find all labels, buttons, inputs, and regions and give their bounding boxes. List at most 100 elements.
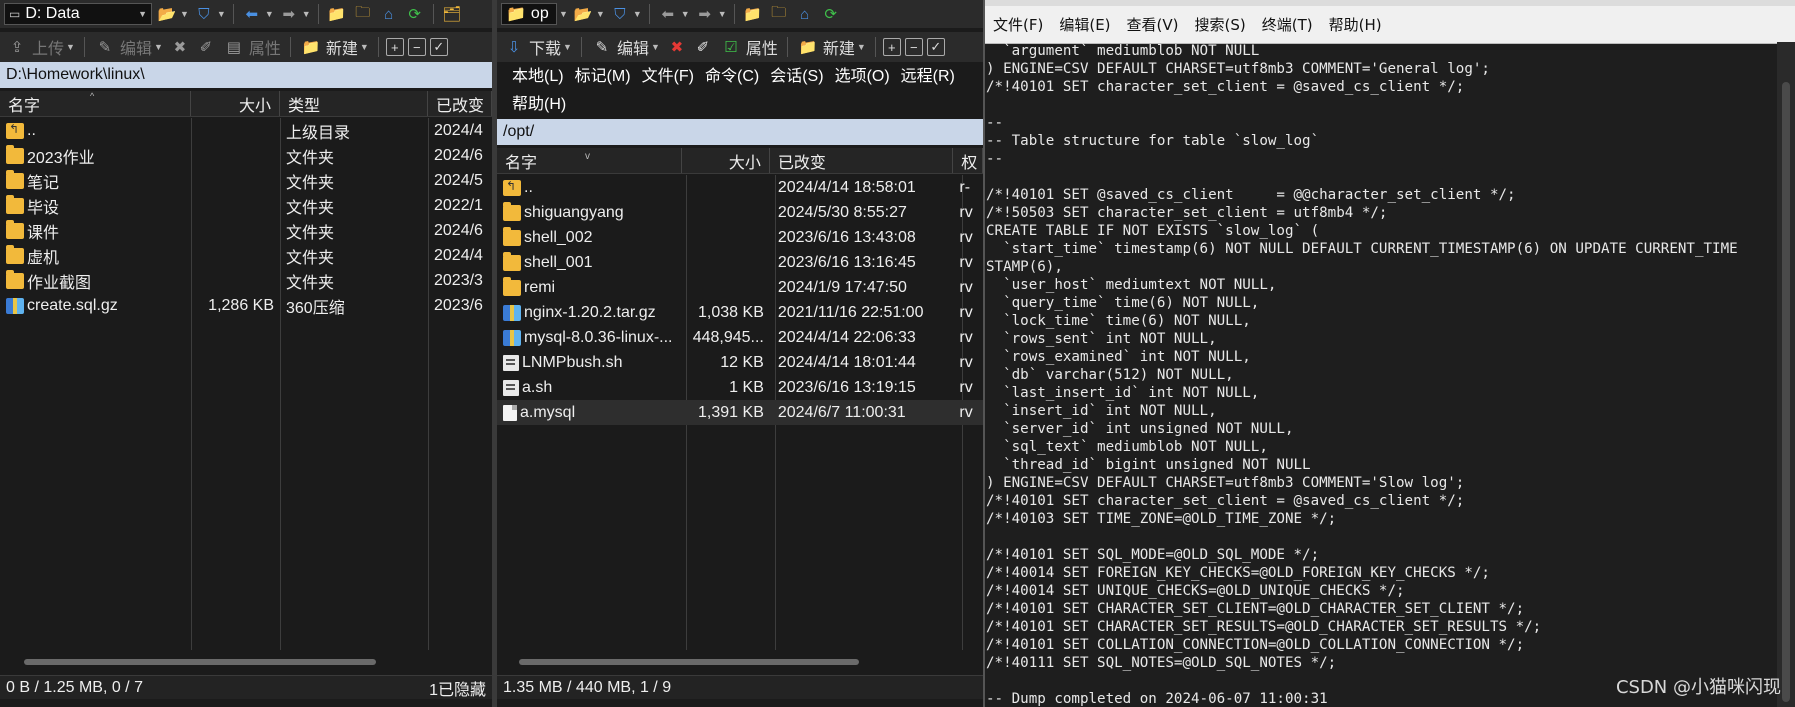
check-icon[interactable]: ✓ xyxy=(429,38,448,56)
terminal-scrollbar[interactable] xyxy=(1777,42,1795,707)
file-row[interactable]: a.sh 1 KB 2023/6/16 13:19:15 rv xyxy=(497,375,983,400)
local-drive-select[interactable]: ▭ D: Data ▼ xyxy=(4,3,152,25)
chevron-down-icon[interactable]: ▼ xyxy=(180,9,189,19)
open-folder-icon[interactable]: 📂 xyxy=(572,3,594,25)
file-row[interactable]: 课件 文件夹 2024/6 xyxy=(0,218,492,243)
local-col-modified[interactable]: 已改变 xyxy=(428,91,492,116)
file-row[interactable]: shiguangyang 2024/5/30 8:55:27 rv xyxy=(497,200,983,225)
file-row[interactable]: mysql-8.0.36-linux-... 448,945... 2024/4/1… xyxy=(497,325,983,350)
back-arrow-icon[interactable]: ⬅ xyxy=(657,3,679,25)
file-row[interactable]: shell_002 2023/6/16 13:43:08 rv xyxy=(497,225,983,250)
edit-button[interactable]: ✎ 编辑 ▼ xyxy=(589,35,662,59)
terminal-menu-item[interactable]: 搜索(S) xyxy=(1195,14,1246,35)
file-row[interactable]: shell_001 2023/6/16 13:16:45 rv xyxy=(497,250,983,275)
upload-button[interactable]: ⇪ 上传 ▼ xyxy=(4,35,77,59)
local-col-name[interactable]: 名字 ^ xyxy=(0,91,191,116)
file-row[interactable]: 笔记 文件夹 2024/5 xyxy=(0,168,492,193)
file-row[interactable]: a.mysql 1,391 KB 2024/6/7 11:00:31 rv xyxy=(497,400,983,425)
scroll-thumb[interactable] xyxy=(1782,82,1790,702)
find-files-icon[interactable]: 🗂 xyxy=(441,3,463,25)
remote-menu-item[interactable]: 选项(O) xyxy=(835,62,890,86)
edit-button[interactable]: ✎ 编辑 ▼ xyxy=(92,35,165,59)
forward-arrow-icon[interactable]: ➡ xyxy=(278,3,300,25)
doc-icon xyxy=(503,404,517,421)
collapse-icon[interactable]: − xyxy=(904,38,923,56)
chevron-down-icon[interactable]: ▼ xyxy=(718,9,727,19)
file-row[interactable]: 虚机 文件夹 2024/4 xyxy=(0,243,492,268)
scroll-thumb[interactable] xyxy=(519,659,859,665)
rename-icon[interactable]: ✐ xyxy=(692,36,714,58)
terminal-line: /*!40101 SET @saved_cs_client = @@charac… xyxy=(986,187,1516,203)
forward-arrow-icon[interactable]: ➡ xyxy=(694,3,716,25)
remote-dir-select[interactable]: 📁 op xyxy=(501,3,557,25)
terminal-output[interactable]: `argument` mediumblob NOT NULL) ENGINE=C… xyxy=(985,42,1777,707)
delete-icon[interactable]: ✖ xyxy=(169,36,191,58)
remote-menu-item[interactable]: 帮助(H) xyxy=(512,90,566,114)
terminal-menu-item[interactable]: 文件(F) xyxy=(993,14,1043,35)
remote-menu-item[interactable]: 会话(S) xyxy=(770,62,823,86)
terminal-menu-item[interactable]: 查看(V) xyxy=(1127,14,1179,35)
properties-button[interactable]: ▤ 属性 xyxy=(221,35,283,59)
chevron-down-icon[interactable]: ▼ xyxy=(596,9,605,19)
refresh-icon[interactable]: ⟳ xyxy=(820,3,842,25)
chevron-down-icon[interactable]: ▼ xyxy=(265,9,274,19)
local-col-type[interactable]: 类型 xyxy=(280,91,428,116)
file-row[interactable]: create.sql.gz 1,286 KB 360压缩 2023/6 xyxy=(0,293,492,318)
remote-menu-item[interactable]: 命令(C) xyxy=(705,62,759,86)
delete-icon[interactable]: ✖ xyxy=(666,36,688,58)
remote-menu-item[interactable]: 本地(L) xyxy=(512,62,564,86)
download-button[interactable]: ⇩ 下载 ▼ xyxy=(501,35,574,59)
chevron-down-icon[interactable]: ▼ xyxy=(681,9,690,19)
chevron-down-icon[interactable]: ▼ xyxy=(559,9,568,19)
file-row[interactable]: 毕设 文件夹 2022/1 xyxy=(0,193,492,218)
chevron-down-icon[interactable]: ▼ xyxy=(302,9,311,19)
properties-button[interactable]: ☑ 属性 xyxy=(718,35,780,59)
collapse-icon[interactable]: − xyxy=(407,38,426,56)
root-folder-icon[interactable]: 🗀 xyxy=(768,3,790,25)
remote-menu-item[interactable]: 文件(F) xyxy=(642,62,694,86)
file-row[interactable]: 2023作业 文件夹 2024/6 xyxy=(0,143,492,168)
back-arrow-icon[interactable]: ⬅ xyxy=(241,3,263,25)
file-row[interactable]: nginx-1.20.2.tar.gz 1,038 KB 2021/11/16 22… xyxy=(497,300,983,325)
scroll-thumb[interactable] xyxy=(24,659,376,665)
file-row[interactable]: .. 2024/4/14 18:58:01 r- xyxy=(497,175,983,200)
file-row[interactable]: LNMPbush.sh 12 KB 2024/4/14 18:01:44 rv xyxy=(497,350,983,375)
remote-status-bar: 1.35 MB / 440 MB, 1 / 9 xyxy=(497,675,983,699)
local-col-size[interactable]: 大小 xyxy=(191,91,280,116)
open-folder-icon[interactable]: 📂 xyxy=(156,3,178,25)
terminal-line: `user_host` mediumtext NOT NULL, xyxy=(986,277,1277,293)
new-button[interactable]: 📁 新建 ▼ xyxy=(795,35,868,59)
remote-col-size[interactable]: 大小 xyxy=(682,148,770,173)
terminal-menu-item[interactable]: 编辑(E) xyxy=(1059,14,1110,35)
remote-hscrollbar[interactable] xyxy=(501,655,979,669)
expand-icon[interactable]: + xyxy=(385,38,404,56)
new-button[interactable]: 📁 新建 ▼ xyxy=(298,35,371,59)
parent-folder-icon[interactable]: 📁 xyxy=(326,3,348,25)
terminal-menu-item[interactable]: 帮助(H) xyxy=(1329,14,1382,35)
home-icon[interactable]: ⌂ xyxy=(794,3,816,25)
remote-menu-item[interactable]: 标记(M) xyxy=(575,62,631,86)
rename-icon[interactable]: ✐ xyxy=(195,36,217,58)
toolbar-separator xyxy=(289,37,291,57)
filter-icon[interactable]: ⛉ xyxy=(609,3,631,25)
file-row[interactable]: 作业截图 文件夹 2023/3 xyxy=(0,268,492,293)
remote-col-permissions[interactable]: 权 xyxy=(953,148,983,173)
file-row[interactable]: .. 上级目录 2024/4 xyxy=(0,118,492,143)
parent-folder-icon[interactable]: 📁 xyxy=(742,3,764,25)
remote-menu-item[interactable]: 远程(R) xyxy=(901,62,955,86)
local-hscrollbar[interactable] xyxy=(4,655,488,669)
remote-col-modified[interactable]: 已改变 xyxy=(770,148,954,173)
remote-col-name[interactable]: 名字 v xyxy=(497,148,683,173)
filter-icon[interactable]: ⛉ xyxy=(193,3,215,25)
expand-icon[interactable]: + xyxy=(882,38,901,56)
file-row[interactable]: remi 2024/1/9 17:47:50 rv xyxy=(497,275,983,300)
local-path-bar[interactable]: D:\Homework\linux\ xyxy=(0,62,492,88)
check-icon[interactable]: ✓ xyxy=(926,38,945,56)
refresh-icon[interactable]: ⟳ xyxy=(404,3,426,25)
remote-path-bar[interactable]: /opt/ xyxy=(497,119,983,145)
root-folder-icon[interactable]: 🗀 xyxy=(352,3,374,25)
chevron-down-icon[interactable]: ▼ xyxy=(633,9,642,19)
chevron-down-icon[interactable]: ▼ xyxy=(217,9,226,19)
terminal-menu-item[interactable]: 终端(T) xyxy=(1262,14,1313,35)
home-icon[interactable]: ⌂ xyxy=(378,3,400,25)
